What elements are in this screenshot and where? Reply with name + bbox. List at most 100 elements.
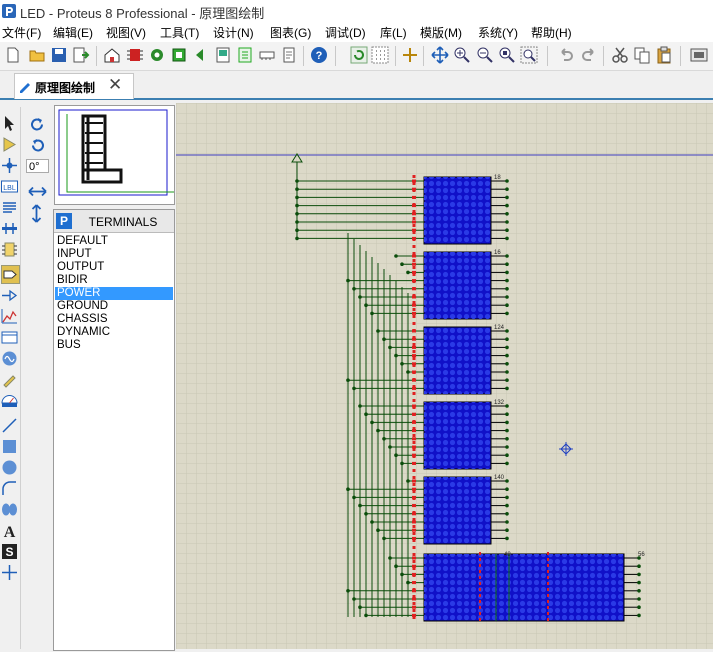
box-tool-icon[interactable] — [1, 438, 18, 455]
path-tool-icon[interactable] — [1, 501, 18, 518]
menu-view[interactable]: 视图(V) — [106, 24, 146, 41]
overview-window[interactable] — [54, 105, 175, 205]
save-icon[interactable] — [50, 46, 68, 64]
zoom-area-icon[interactable] — [520, 46, 538, 64]
schematic-icon[interactable] — [236, 46, 254, 64]
title-bar: LED - Proteus 8 Professional - 原理图绘制 — [0, 0, 713, 22]
pin-junction — [637, 564, 641, 568]
pin-junction — [505, 278, 509, 283]
pin-junction — [505, 362, 509, 366]
document-icon[interactable] — [280, 46, 298, 64]
menu-debug[interactable]: 调试(D) — [325, 24, 366, 41]
pin-junction — [505, 404, 509, 408]
bus-icon[interactable] — [1, 220, 18, 237]
line-tool-icon[interactable] — [1, 417, 18, 434]
pin-junction — [505, 353, 509, 358]
copy-icon[interactable] — [633, 46, 651, 64]
rotate-clockwise-icon[interactable] — [29, 116, 46, 133]
menu-edit[interactable]: 编辑(E) — [53, 24, 93, 41]
component-icon[interactable] — [170, 46, 188, 64]
menu-template[interactable]: 模版(M) — [420, 24, 462, 41]
gallery-icon[interactable] — [214, 46, 232, 64]
help-icon[interactable]: ? — [310, 46, 328, 64]
pin-marker — [412, 429, 416, 433]
wire-junction — [358, 503, 362, 508]
pin-junction — [505, 203, 509, 208]
mirror-vertical-icon[interactable] — [29, 204, 44, 223]
virtual-instrument-icon[interactable] — [1, 392, 18, 409]
wire-label-icon[interactable]: LBL — [1, 178, 18, 195]
back-icon[interactable] — [192, 46, 210, 64]
tape-recorder-icon[interactable] — [1, 329, 18, 346]
circle-tool-icon[interactable] — [1, 459, 18, 476]
chip-icon[interactable] — [126, 46, 144, 64]
home-icon[interactable] — [103, 46, 121, 64]
text-tool-icon[interactable]: A — [1, 522, 18, 539]
pan-icon[interactable] — [431, 46, 449, 64]
menu-design[interactable]: 设计(N) — [213, 24, 254, 41]
menu-tools[interactable]: 工具(T) — [160, 24, 199, 41]
junction-dot-icon[interactable] — [1, 157, 18, 174]
refresh-icon[interactable] — [350, 46, 368, 64]
undo-icon[interactable] — [557, 46, 575, 64]
rotate-anticlockwise-icon[interactable] — [29, 137, 46, 154]
paste-icon[interactable] — [655, 46, 673, 64]
text-script-icon[interactable] — [1, 199, 18, 216]
redo-icon[interactable] — [580, 46, 598, 64]
menu-graph[interactable]: 图表(G) — [270, 24, 311, 41]
open-file-icon[interactable] — [28, 46, 46, 64]
arc-tool-icon[interactable] — [1, 480, 18, 497]
zoom-out-icon[interactable] — [476, 46, 494, 64]
pin-marker — [412, 295, 416, 299]
pin-junction — [637, 605, 641, 609]
pin-junction — [505, 420, 509, 425]
terminal-ground[interactable]: GROUND — [55, 300, 173, 313]
import-icon[interactable] — [72, 46, 90, 64]
terminal-output[interactable]: OUTPUT — [55, 261, 173, 274]
pin-label: 16 — [494, 250, 501, 256]
cut-icon[interactable] — [611, 46, 629, 64]
led-matrix-dots — [424, 477, 491, 544]
graph-mode-icon[interactable] — [1, 308, 18, 325]
memory-icon[interactable] — [258, 46, 276, 64]
menu-file[interactable]: 文件(F) — [2, 24, 41, 41]
select-mode-icon[interactable] — [1, 115, 18, 132]
marker-tool-icon[interactable] — [1, 564, 18, 581]
zoom-in-icon[interactable] — [453, 46, 471, 64]
voltage-probe-icon[interactable] — [1, 371, 18, 388]
menu-system[interactable]: 系统(Y) — [478, 24, 518, 41]
symbol-tool-icon[interactable]: S — [1, 543, 18, 560]
terminal-bus[interactable]: BUS — [55, 339, 173, 352]
overview-thumbnail — [58, 109, 175, 196]
wire-junction — [394, 564, 398, 568]
pin-junction — [505, 295, 509, 299]
led-matrix-dots — [424, 327, 491, 394]
close-tab-icon[interactable]: ✕ — [108, 75, 122, 95]
zoom-all-icon[interactable] — [498, 46, 516, 64]
rotation-angle-field[interactable]: 0° — [26, 159, 49, 173]
schematic-drawing[interactable]: 18 16 124 132 140 48 56 — [176, 103, 713, 649]
terminal-power[interactable]: POWER — [55, 287, 173, 300]
component-mode-icon[interactable] — [1, 136, 18, 153]
pin-marker — [412, 236, 416, 240]
menu-help[interactable]: 帮助(H) — [531, 24, 572, 41]
pin-label: 56 — [638, 552, 645, 558]
grid-icon[interactable] — [371, 46, 389, 64]
subcircuit-icon[interactable] — [1, 241, 18, 258]
new-file-icon[interactable] — [4, 46, 22, 64]
terminal-default[interactable]: DEFAULT — [55, 235, 173, 248]
terminal-chassis[interactable]: CHASSIS — [55, 313, 173, 326]
terminal-dynamic[interactable]: DYNAMIC — [55, 326, 173, 339]
generator-icon[interactable] — [1, 350, 18, 367]
terminal-bidir[interactable]: BIDIR — [55, 274, 173, 287]
tab-schematic[interactable]: 原理图绘制 ✕ — [14, 73, 134, 99]
terminal-input[interactable]: INPUT — [55, 248, 173, 261]
terminals-mode-icon[interactable] — [1, 265, 20, 284]
menu-library[interactable]: 库(L) — [380, 24, 407, 41]
origin-icon[interactable] — [401, 46, 419, 64]
gear-icon[interactable] — [148, 46, 166, 64]
block-copy-icon[interactable] — [690, 46, 708, 64]
schematic-canvas[interactable]: 18 16 124 132 140 48 56 — [176, 103, 713, 649]
device-pins-icon[interactable] — [1, 287, 18, 304]
mirror-horizontal-icon[interactable] — [28, 184, 47, 199]
